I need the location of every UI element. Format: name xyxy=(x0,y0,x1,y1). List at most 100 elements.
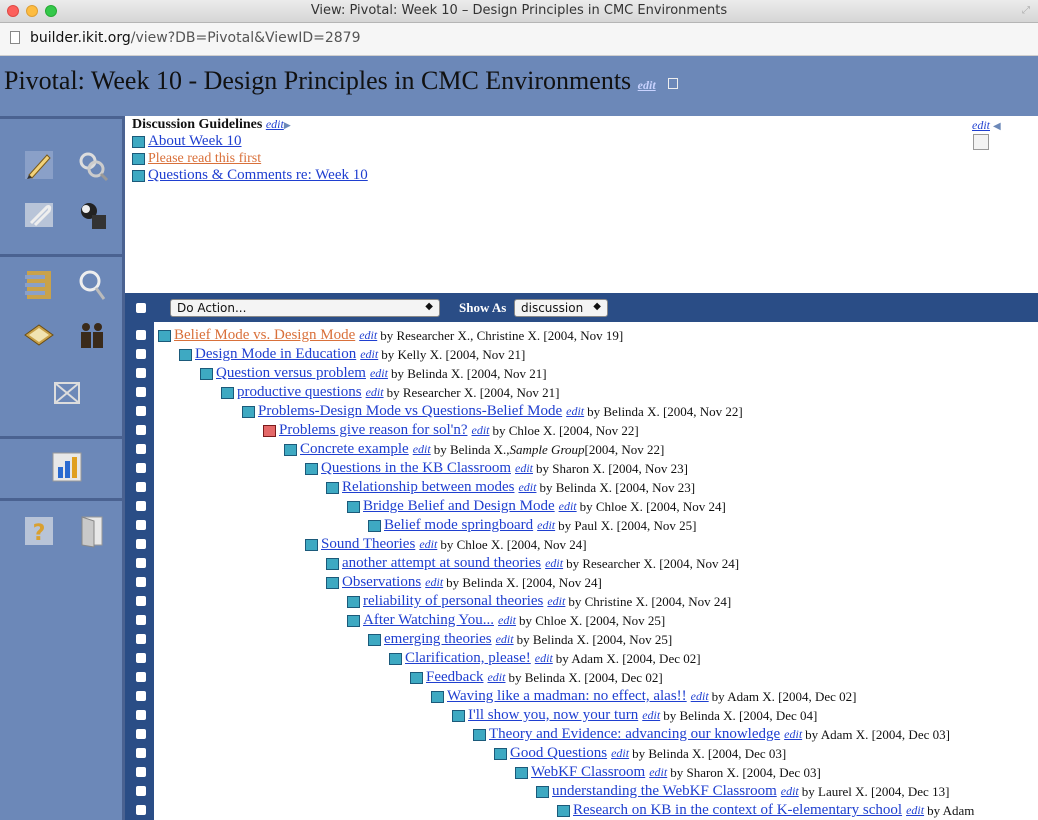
thread-row[interactable]: Waving like a madman: no effect, alas!! e… xyxy=(431,687,856,706)
do-action-select[interactable]: Do Action... ◆ xyxy=(170,299,440,317)
note-title-link[interactable]: emerging theories xyxy=(384,631,492,648)
row-checkbox[interactable] xyxy=(136,729,146,739)
note-edit-link[interactable]: edit xyxy=(419,537,437,552)
thread-row[interactable]: Observations edit by Belinda X. [2004, Nov… xyxy=(326,573,602,592)
thread-row[interactable]: Design Mode in Education edit by Kelly X. … xyxy=(179,345,525,364)
note-title-link[interactable]: productive questions xyxy=(237,384,362,401)
note-title-link[interactable]: Concrete example xyxy=(300,441,409,458)
note-edit-link[interactable]: edit xyxy=(472,423,490,438)
lock-icon[interactable] xyxy=(668,77,679,89)
row-checkbox[interactable] xyxy=(136,653,146,663)
expand-arrow-icon[interactable]: ▶ xyxy=(284,120,291,130)
thread-row[interactable]: Feedback edit by Belinda X. [2004, Dec 02] xyxy=(410,668,663,687)
note-title-link[interactable]: Good Questions xyxy=(510,745,607,762)
thread-row[interactable]: emerging theories edit by Belinda X. [2004… xyxy=(368,630,672,649)
note-title-link[interactable]: Belief Mode vs. Design Mode xyxy=(174,327,355,344)
row-checkbox[interactable] xyxy=(136,672,146,682)
row-checkbox[interactable] xyxy=(136,786,146,796)
thread-row[interactable]: productive questions edit by Researcher X… xyxy=(221,383,560,402)
note-title-link[interactable]: another attempt at sound theories xyxy=(342,555,541,572)
note-title-link[interactable]: Waving like a madman: no effect, alas!! xyxy=(447,688,687,705)
thread-row[interactable]: Questions in the KB Classroom edit by Shar… xyxy=(305,459,688,478)
lens-icon[interactable] xyxy=(73,266,111,304)
topright-edit-link[interactable]: edit xyxy=(972,118,990,132)
row-checkbox[interactable] xyxy=(136,368,146,378)
note-title-link[interactable]: Belief mode springboard xyxy=(384,517,533,534)
search-icon[interactable] xyxy=(73,146,111,184)
note-edit-link[interactable]: edit xyxy=(487,670,505,685)
note-title-link[interactable]: Questions in the KB Classroom xyxy=(321,460,511,477)
row-checkbox[interactable] xyxy=(136,748,146,758)
row-checkbox[interactable] xyxy=(136,463,146,473)
door-icon[interactable] xyxy=(73,512,111,550)
pencil-icon[interactable] xyxy=(20,146,58,184)
note-edit-link[interactable]: edit xyxy=(425,575,443,590)
thread-row[interactable]: Bridge Belief and Design Mode edit by Chlo… xyxy=(347,497,726,516)
note-title-link[interactable]: Problems give reason for sol'n? xyxy=(279,422,468,439)
row-checkbox[interactable] xyxy=(136,501,146,511)
help-icon[interactable]: ? xyxy=(20,512,58,550)
thread-row[interactable]: I'll show you, now your turn edit by Belin… xyxy=(452,706,817,725)
note-edit-link[interactable]: edit xyxy=(559,499,577,514)
thread-row[interactable]: understanding the WebKF Classroom edit by … xyxy=(536,782,949,801)
show-as-select[interactable]: discussion ◆ xyxy=(514,299,608,317)
note-title-link[interactable]: Observations xyxy=(342,574,421,591)
address-url[interactable]: builder.ikit.org/view?DB=Pivotal&ViewID=… xyxy=(30,30,361,46)
row-checkbox[interactable] xyxy=(136,615,146,625)
thread-row[interactable]: Sound Theories edit by Chloe X. [2004, Nov… xyxy=(305,535,587,554)
page-edit-link[interactable]: edit xyxy=(638,78,656,92)
row-checkbox[interactable] xyxy=(136,520,146,530)
row-checkbox[interactable] xyxy=(136,691,146,701)
thread-row[interactable]: WebKF Classroom edit by Sharon X. [2004, D… xyxy=(515,763,821,782)
row-checkbox[interactable] xyxy=(136,539,146,549)
guideline-item[interactable]: Questions & Comments re: Week 10 xyxy=(132,167,368,184)
paperclip-icon[interactable] xyxy=(20,196,58,234)
note-title-link[interactable]: I'll show you, now your turn xyxy=(468,707,638,724)
guideline-item[interactable]: About Week 10 xyxy=(132,133,368,150)
note-title-link[interactable]: WebKF Classroom xyxy=(531,764,645,781)
select-all-checkbox[interactable] xyxy=(136,303,146,313)
note-title-link[interactable]: Clarification, please! xyxy=(405,650,531,667)
collapse-arrow-icon[interactable]: ◀ xyxy=(993,121,1001,132)
guidelines-edit-link[interactable]: edit xyxy=(266,117,284,131)
guideline-link[interactable]: Questions & Comments re: Week 10 xyxy=(148,167,368,184)
note-edit-link[interactable]: edit xyxy=(642,708,660,723)
thread-row[interactable]: Clarification, please! edit by Adam X. [20… xyxy=(389,649,701,668)
note-edit-link[interactable]: edit xyxy=(496,632,514,647)
fullscreen-icon[interactable]: ⤢ xyxy=(1022,5,1030,16)
row-checkbox[interactable] xyxy=(136,767,146,777)
note-edit-link[interactable]: edit xyxy=(784,727,802,742)
people-icon[interactable] xyxy=(73,316,111,354)
note-title-link[interactable]: Problems-Design Mode vs Questions-Belief… xyxy=(258,403,562,420)
note-edit-link[interactable]: edit xyxy=(547,594,565,609)
thread-row[interactable]: Belief Mode vs. Design Mode edit by Resea… xyxy=(158,326,623,345)
note-edit-link[interactable]: edit xyxy=(545,556,563,571)
magnifier-person-icon[interactable] xyxy=(73,196,111,234)
note-edit-link[interactable]: edit xyxy=(906,803,924,818)
row-checkbox[interactable] xyxy=(136,330,146,340)
row-checkbox[interactable] xyxy=(136,387,146,397)
note-edit-link[interactable]: edit xyxy=(359,328,377,343)
row-checkbox[interactable] xyxy=(136,634,146,644)
scaffold-icon[interactable] xyxy=(20,266,58,304)
thread-row[interactable]: another attempt at sound theories edit by … xyxy=(326,554,739,573)
thread-row[interactable]: Belief mode springboard edit by Paul X. [2… xyxy=(368,516,696,535)
note-title-link[interactable]: Theory and Evidence: advancing our knowl… xyxy=(489,726,780,743)
address-bar[interactable]: builder.ikit.org/view?DB=Pivotal&ViewID=… xyxy=(0,23,1038,56)
thread-row[interactable]: Research on KB in the context of K-eleme… xyxy=(557,801,974,820)
guideline-link[interactable]: Please read this first xyxy=(148,151,261,167)
row-checkbox[interactable] xyxy=(136,805,146,815)
note-edit-link[interactable]: edit xyxy=(566,404,584,419)
row-checkbox[interactable] xyxy=(136,482,146,492)
note-title-link[interactable]: Relationship between modes xyxy=(342,479,514,496)
book-icon[interactable] xyxy=(20,316,58,354)
row-checkbox[interactable] xyxy=(136,406,146,416)
thread-row[interactable]: Good Questions edit by Belinda X. [2004, D… xyxy=(494,744,786,763)
thread-row[interactable]: Theory and Evidence: advancing our knowl… xyxy=(473,725,950,744)
row-checkbox[interactable] xyxy=(136,710,146,720)
note-title-link[interactable]: Bridge Belief and Design Mode xyxy=(363,498,555,515)
bar-chart-icon[interactable] xyxy=(48,448,86,486)
thread-row[interactable]: Problems-Design Mode vs Questions-Belief… xyxy=(242,402,743,421)
row-checkbox[interactable] xyxy=(136,596,146,606)
note-title-link[interactable]: After Watching You... xyxy=(363,612,494,629)
